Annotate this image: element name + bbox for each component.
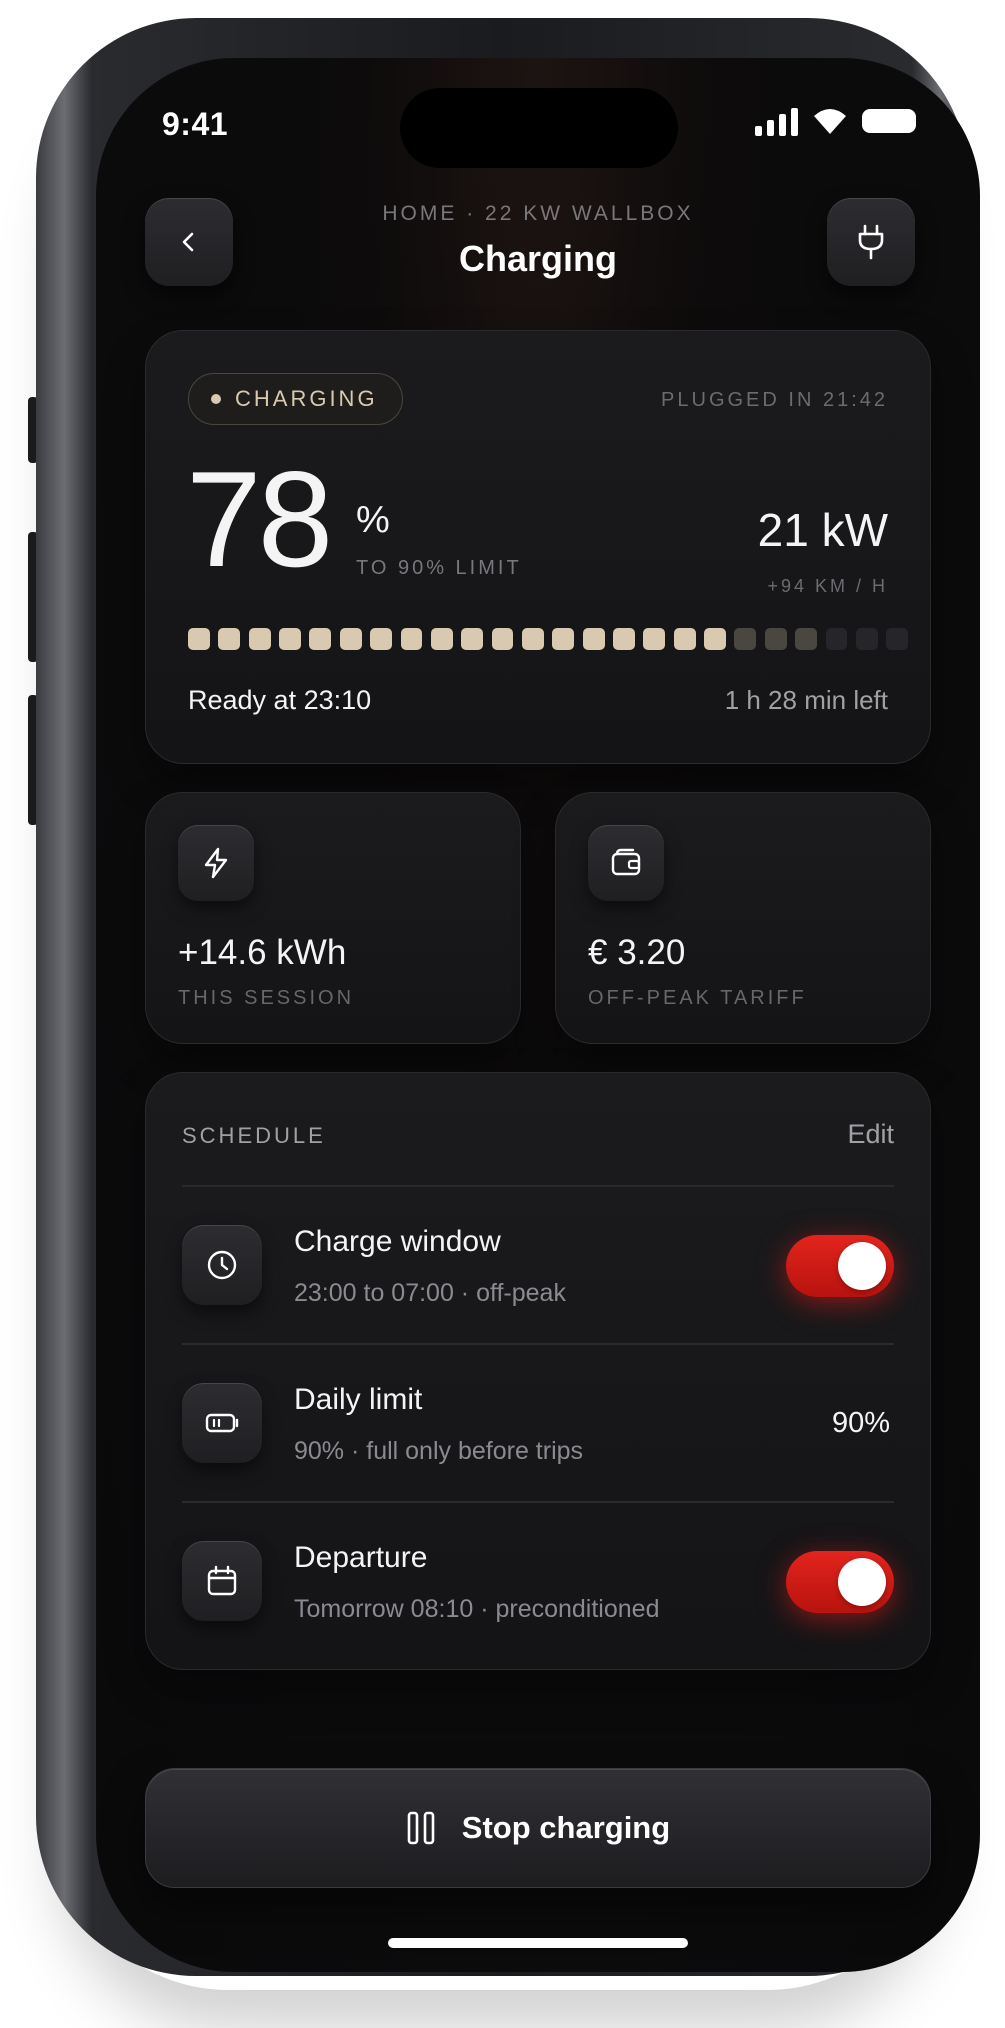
row-subtitle: 23:00 to 07:00 · off-peak — [294, 1279, 566, 1307]
stop-charging-button[interactable]: Stop charging — [145, 1768, 931, 1888]
progress-segment — [855, 628, 878, 650]
progress-segment — [825, 628, 848, 650]
charge-percent: 78 — [186, 443, 333, 595]
phone-frame: 9:41 HOME · 22 KW WALLBOX Charging CHARG… — [36, 18, 980, 1976]
status-time: 9:41 — [162, 106, 229, 142]
charger-button[interactable] — [827, 198, 915, 286]
screen: 9:41 HOME · 22 KW WALLBOX Charging CHARG… — [96, 58, 980, 1972]
stop-charging-label: Stop charging — [461, 1810, 671, 1845]
progress-segment — [764, 628, 787, 650]
progress-segment — [491, 628, 514, 650]
tariff-value: € 3.20 — [588, 933, 686, 972]
progress-segment — [218, 628, 241, 650]
schedule-row-charge-window[interactable]: Charge window 23:00 to 07:00 · off-peak — [182, 1187, 894, 1343]
row-title: Departure — [294, 1541, 428, 1574]
row-icon-wrap — [182, 1541, 262, 1621]
progress-segment — [248, 628, 271, 650]
toggle-knob — [838, 1558, 886, 1606]
clock-icon — [207, 1250, 237, 1280]
schedule-heading: SCHEDULE — [182, 1123, 326, 1148]
stat-icon-wrap — [588, 825, 664, 901]
wifi-icon — [814, 109, 846, 134]
progress-segment — [279, 628, 301, 650]
lightning-icon — [204, 847, 228, 879]
progress-segment — [886, 628, 909, 650]
progress-segment — [430, 628, 453, 650]
status-badge: CHARGING — [188, 373, 403, 425]
calendar-icon — [207, 1565, 237, 1596]
row-title: Daily limit — [294, 1383, 423, 1416]
schedule-row-daily-limit[interactable]: Daily limit 90% · full only before trips… — [182, 1345, 894, 1501]
progress-segment — [582, 628, 605, 650]
signal-icon — [755, 106, 798, 136]
session-energy-label: THIS SESSION — [178, 987, 355, 1009]
progress-segment — [370, 628, 393, 650]
progress-segment — [704, 628, 726, 650]
limit-label: TO 90% LIMIT — [356, 557, 522, 579]
charge-power: 21 kW — [757, 504, 888, 556]
progress-segment — [552, 628, 575, 650]
charge-progress-bar — [188, 628, 909, 650]
time-left: 1 h 28 min left — [724, 685, 888, 715]
departure-toggle[interactable] — [786, 1551, 894, 1613]
status-dot — [211, 394, 221, 404]
row-icon-wrap — [182, 1225, 262, 1305]
plug-icon — [858, 224, 884, 260]
pause-icon — [407, 1811, 435, 1845]
stat-icon-wrap — [178, 825, 254, 901]
charge-status-card: CHARGING PLUGGED IN 21:42 78 % TO 90% LI… — [145, 330, 931, 764]
progress-segment — [673, 628, 696, 650]
progress-segment — [795, 628, 818, 650]
battery-icon — [205, 1413, 239, 1433]
progress-segment — [643, 628, 666, 650]
battery-status-icon — [862, 109, 916, 133]
percent-sign: % — [356, 499, 390, 541]
row-subtitle: 90% · full only before trips — [294, 1437, 584, 1465]
session-energy-card[interactable]: +14.6 kWh THIS SESSION — [145, 792, 521, 1044]
progress-segment — [400, 628, 423, 650]
edit-schedule-button[interactable]: Edit — [847, 1119, 894, 1150]
schedule-row-departure[interactable]: Departure Tomorrow 08:10 · preconditione… — [182, 1503, 894, 1659]
tariff-label: OFF-PEAK TARIFF — [588, 987, 807, 1009]
ready-time: Ready at 23:10 — [188, 685, 372, 715]
toggle-knob — [838, 1242, 886, 1290]
row-title: Charge window — [294, 1225, 501, 1258]
row-subtitle: Tomorrow 08:10 · preconditioned — [294, 1595, 660, 1623]
progress-segment — [461, 628, 484, 650]
schedule-card: SCHEDULE Edit Charge window 23:00 to 07:… — [145, 1072, 931, 1670]
progress-segment — [188, 628, 210, 650]
progress-segment — [521, 628, 544, 650]
tariff-card[interactable]: € 3.20 OFF-PEAK TARIFF — [555, 792, 931, 1044]
progress-segment — [613, 628, 635, 650]
status-badge-label: CHARGING — [235, 386, 378, 411]
progress-segment — [309, 628, 332, 650]
progress-segment — [734, 628, 757, 650]
dynamic-island — [400, 88, 678, 168]
charge-window-toggle[interactable] — [786, 1235, 894, 1297]
wallet-icon — [611, 848, 641, 876]
plugged-in-time: PLUGGED IN 21:42 — [661, 389, 888, 411]
progress-segment — [339, 628, 362, 650]
row-icon-wrap — [182, 1383, 262, 1463]
status-icons — [755, 106, 916, 136]
session-energy-value: +14.6 kWh — [178, 933, 347, 972]
range-rate: +94 KM / H — [767, 576, 888, 596]
home-indicator[interactable] — [388, 1938, 688, 1948]
daily-limit-value: 90% — [831, 1407, 890, 1439]
